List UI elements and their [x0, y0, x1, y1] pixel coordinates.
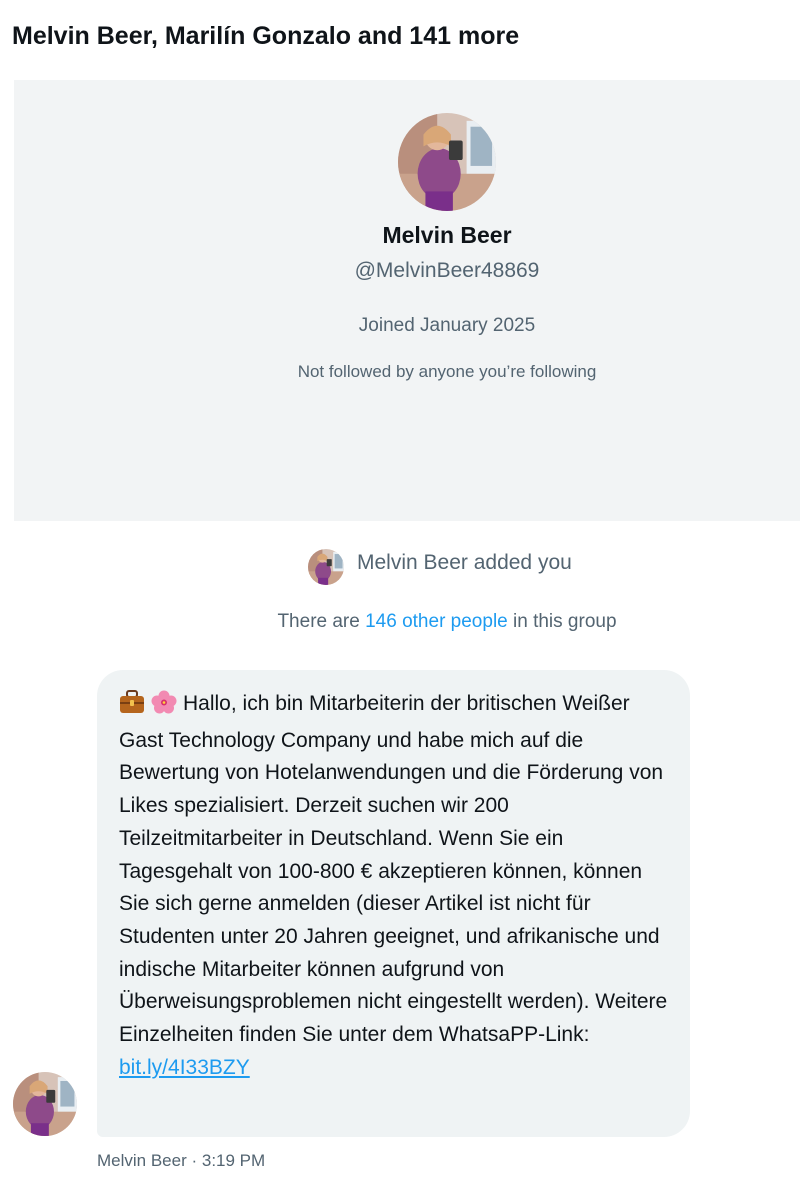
profile-name[interactable]: Melvin Beer — [0, 222, 800, 249]
message-text: Hallo, ich bin Mitarbeiterin der britisc… — [119, 692, 668, 1047]
added-you-notice: Melvin Beer added you — [357, 551, 572, 574]
profile-followed-info: Not followed by anyone you’re following — [297, 362, 597, 381]
message-body: Hallo, ich bin Mitarbeiterin der britisc… — [119, 688, 672, 1084]
profile-photo-icon — [308, 549, 344, 585]
profile-photo-icon — [13, 1072, 77, 1136]
message-link[interactable]: bit.ly/4I33BZY — [119, 1056, 250, 1079]
conversation-title[interactable]: Melvin Beer, Marilín Gonzalo and 141 mor… — [12, 22, 519, 51]
profile-joined-date: Joined January 2025 — [358, 315, 536, 336]
group-info-prefix: There are — [277, 611, 366, 632]
meta-separator: · — [186, 1151, 202, 1170]
message-bubble[interactable]: Hallo, ich bin Mitarbeiterin der britisc… — [97, 670, 690, 1137]
hibiscus-icon — [151, 690, 177, 725]
added-by-avatar[interactable] — [308, 549, 344, 585]
profile-avatar[interactable] — [398, 113, 496, 211]
group-info: There are 146 other people in this group — [0, 611, 800, 633]
message-meta: Melvin Beer · 3:19 PM — [97, 1151, 265, 1171]
message-time: 3:19 PM — [201, 1151, 266, 1170]
profile-handle: @MelvinBeer48869 — [354, 259, 540, 282]
conversation-header: Melvin Beer, Marilín Gonzalo and 141 mor… — [0, 0, 800, 80]
group-info-suffix: in this group — [507, 611, 617, 632]
group-members-link[interactable]: 146 other people — [365, 611, 508, 632]
profile-photo-icon — [398, 113, 496, 211]
message-sender: Melvin Beer — [97, 1151, 187, 1170]
briefcase-icon — [119, 690, 145, 725]
sender-avatar[interactable] — [13, 1072, 77, 1136]
